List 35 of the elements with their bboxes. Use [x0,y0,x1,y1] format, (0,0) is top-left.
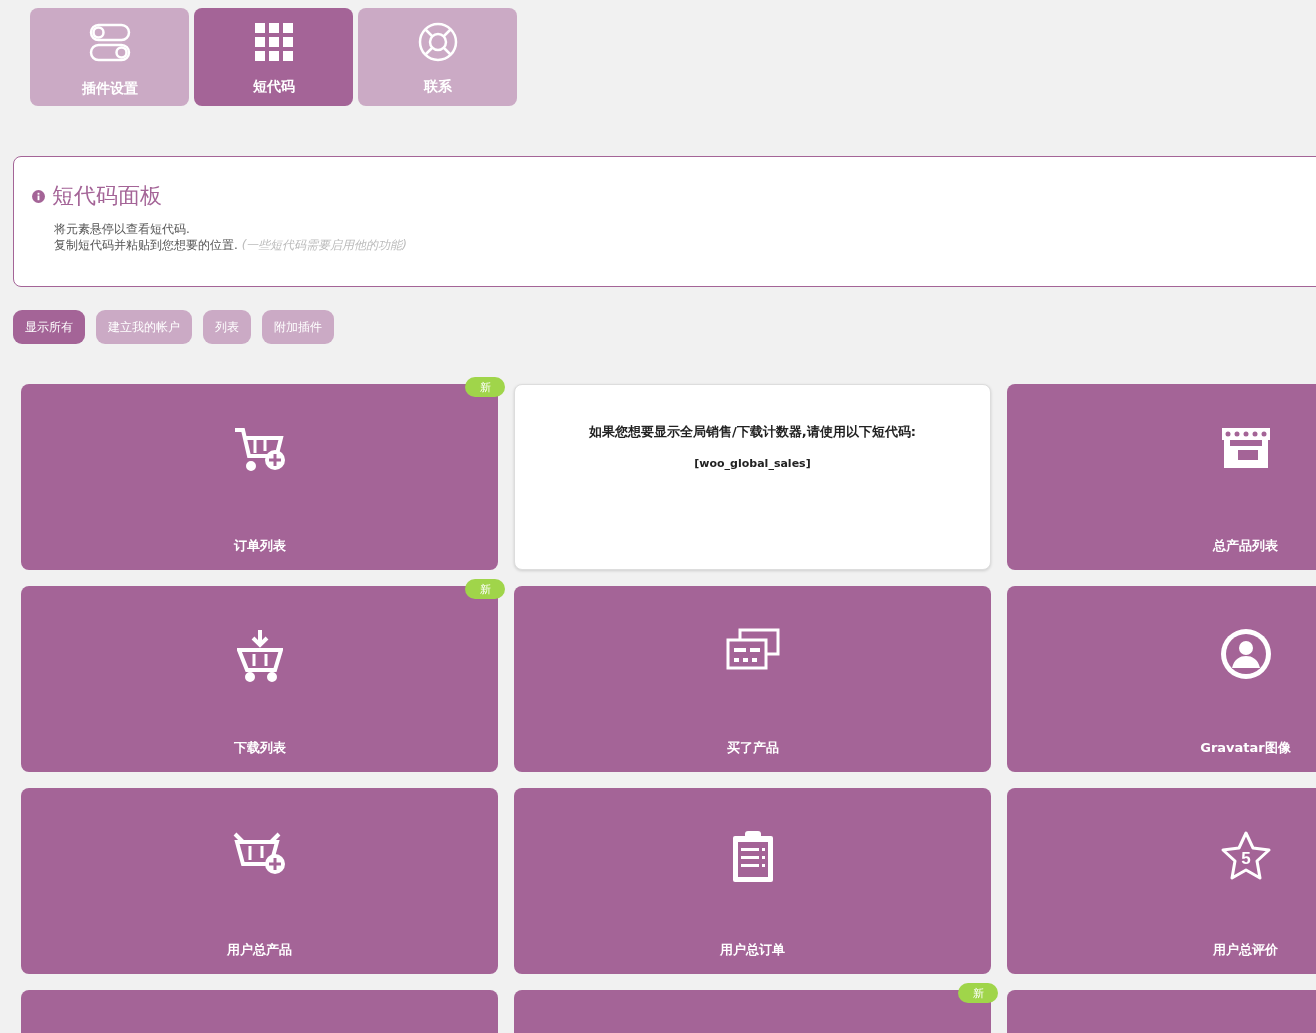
tab[interactable]: 短代码 [194,8,353,106]
basket-plus-icon [232,830,287,876]
new-badge: 新 [465,377,505,397]
cart-plus-icon [232,426,287,474]
card-label: 下载列表 [232,739,287,757]
shortcode-card[interactable]: 买了产品 [514,586,991,772]
lifebuoy-icon [417,22,458,62]
shop-icon [1219,426,1272,468]
user-circle-icon [1219,628,1272,680]
instruction-text: 复制短代码并粘贴到您想要的位置. [54,238,238,252]
toggle-icon [88,22,131,64]
info-icon [32,189,45,203]
new-badge: 新 [958,983,998,1003]
grid-icon [253,22,294,62]
cards-icon [725,628,780,670]
new-badge: 新 [465,579,505,599]
filter-button[interactable]: 显示所有 [13,310,85,344]
card-label: 用户总评价 [1212,941,1279,959]
shortcode-card[interactable]: 用户总产品 [21,788,498,974]
card-label: 订单列表 [232,537,287,555]
shortcode-text: [woo_global_sales] [694,457,811,470]
card-label: 用户总产品 [226,941,293,959]
panel-title: 短代码面板 [52,182,162,210]
shortcode-card[interactable]: 用户总订单 [514,788,991,974]
shortcode-card[interactable]: 5 用户总评价 [1007,788,1316,974]
card-label: Gravatar图像 [1199,739,1292,757]
notice-text: 如果您想要显示全局销售/下载计数器,请使用以下短代码: [589,423,916,441]
instruction-text: 将元素悬停以查看短代码. [54,221,191,237]
card-label: 用户总订单 [719,941,786,959]
shortcode-card[interactable]: 总产品列表 [1007,384,1316,570]
card-label: 总产品列表 [1211,537,1279,555]
basket-download-icon [236,628,283,682]
clipboard-icon [730,830,775,884]
card-label: 买了产品 [725,739,780,757]
shortcode-card[interactable]: Gravatar图像 [1007,586,1316,772]
